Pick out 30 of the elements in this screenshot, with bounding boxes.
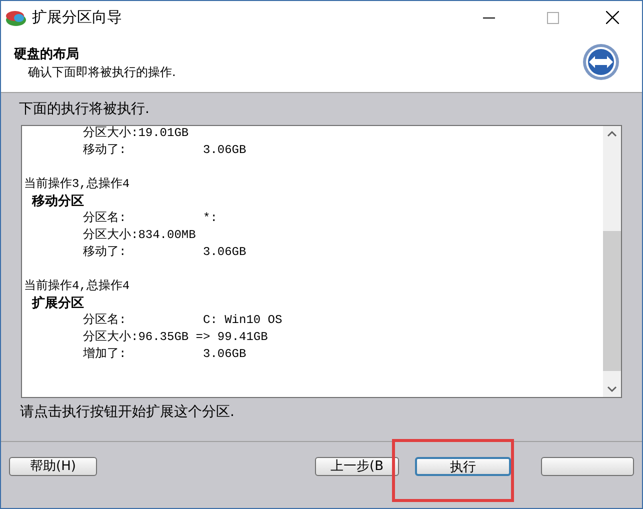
step-heading: 当前操作4,总操作4 [24,278,130,295]
dialog-button[interactable]: 执行 [415,456,511,476]
field-label: 分区名: [83,210,128,227]
dialog-button[interactable]: 上一步(B [315,456,399,476]
field-value: 3.06GB [203,346,246,363]
field-label: 分区名: [83,312,128,329]
dialog-button[interactable] [541,456,634,476]
field-value: 3.06GB [203,142,246,159]
field-label: 增加了: [83,346,128,363]
scrollbar-thumb[interactable] [603,231,621,371]
field-label: 移动了: [83,244,128,261]
arrows-icon [582,43,620,81]
log-line: 分区大小:96.35GB => 99.41GB [83,329,268,346]
list-label: 下面的执行将被执行. [18,100,150,119]
log-line: 分区大小:834.00MB [83,227,196,244]
log-line: 分区大小:19.01GB [83,126,189,142]
app-icon [5,8,27,26]
field-label: 移动了: [83,142,128,159]
close-icon[interactable] [606,11,619,24]
hint-text: 请点击执行按钮开始扩展这个分区. [1,398,642,442]
header-title: 硬盘的布局 [14,47,80,63]
field-value: 3.06GB [203,244,246,261]
operation-title: 移动分区 [32,193,84,210]
window-title: 扩展分区向导 [32,7,122,28]
operation-title: 扩展分区 [32,295,84,312]
header-subtitle: 确认下面即将被执行的操作. [27,64,176,81]
field-value: *: [203,210,218,227]
step-heading: 当前操作3,总操作4 [24,176,130,193]
field-value: C: Win10 OS [203,312,282,329]
dialog-button[interactable]: 帮助(H) [9,456,97,476]
